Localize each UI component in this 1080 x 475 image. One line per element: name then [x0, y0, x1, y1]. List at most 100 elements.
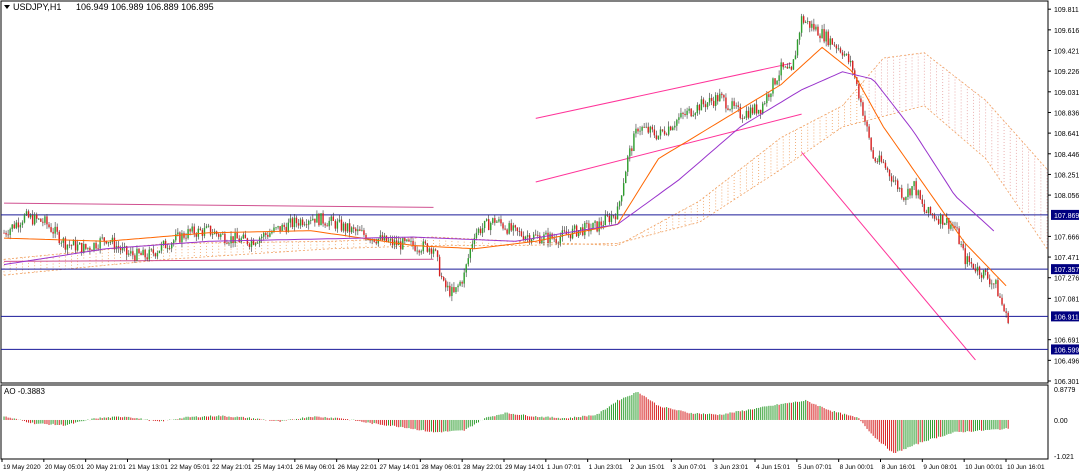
candle-body	[641, 126, 643, 131]
candle-body	[265, 233, 267, 235]
candle-body	[964, 248, 966, 265]
candle-body	[937, 219, 940, 224]
time-tick-label: 4 Jun 15:01	[756, 464, 790, 471]
candle-body	[3, 232, 5, 234]
candle-body	[821, 29, 823, 39]
candle-body	[622, 183, 625, 196]
candle-body	[858, 84, 860, 99]
candle-body	[15, 222, 18, 229]
candle-body	[757, 109, 760, 114]
chart-window[interactable]: 109.811 109.616 109.421 109.226 109.031 108.8…	[0, 0, 1080, 475]
candle-body	[72, 240, 75, 246]
candle-body	[68, 244, 71, 246]
candle-body	[250, 240, 253, 247]
time-tick-label: 21 May 13:01	[129, 464, 169, 471]
candle-body	[93, 242, 95, 251]
candle-body	[281, 224, 283, 232]
candle-body	[614, 216, 617, 220]
candle-body	[487, 219, 490, 231]
candle-body	[168, 248, 171, 249]
candle-body	[95, 242, 97, 249]
candle-body	[831, 38, 833, 45]
candle-body	[735, 105, 737, 107]
candle-body	[966, 256, 968, 265]
candle-body	[704, 104, 707, 108]
candle-body	[410, 240, 412, 242]
candle-body	[440, 276, 443, 278]
candle-body	[792, 59, 795, 70]
candle-body	[678, 117, 680, 120]
candle-body	[236, 232, 238, 239]
candle-body	[741, 118, 744, 119]
candle-body	[310, 220, 312, 222]
candle-body	[377, 238, 379, 244]
candle-body	[504, 228, 506, 230]
candle-body	[796, 39, 799, 56]
candle-body	[727, 108, 729, 110]
candle-body	[911, 186, 913, 196]
candle-body	[130, 251, 132, 254]
candle-body	[254, 243, 257, 245]
time-tick-label: 26 May 06:01	[296, 464, 336, 471]
candle-body	[545, 232, 547, 235]
candle-body	[563, 230, 566, 232]
candle-body	[625, 171, 627, 184]
candle-body	[637, 128, 639, 132]
candle-body	[508, 223, 510, 234]
candle-body	[631, 148, 633, 151]
candle-body	[764, 103, 766, 104]
candle-body	[935, 218, 938, 220]
candle-body	[933, 215, 936, 219]
candle-body	[29, 215, 32, 218]
candle-body	[42, 221, 44, 223]
candle-body	[762, 103, 764, 114]
candle-body	[177, 232, 179, 235]
candle-body	[344, 223, 347, 232]
candle-body	[54, 226, 56, 234]
candle-body	[38, 218, 40, 220]
candle-body	[195, 234, 197, 237]
candle-body	[426, 243, 429, 252]
candle-body	[674, 125, 676, 128]
candle-body	[99, 238, 101, 249]
candle-body	[800, 16, 803, 33]
candle-body	[70, 245, 73, 246]
candle-body	[982, 270, 985, 278]
price-tick-label: 106.301	[1054, 379, 1079, 386]
candle-body	[46, 216, 48, 225]
candle-body	[340, 219, 343, 231]
candle-body	[807, 21, 809, 22]
candle-body	[355, 228, 357, 232]
candle-body	[690, 108, 692, 117]
candle-body	[162, 240, 165, 245]
candle-body	[400, 241, 402, 250]
time-tick-label: 3 Jun 07:01	[672, 464, 706, 471]
candle-body	[786, 66, 789, 69]
candle-body	[665, 134, 668, 136]
candle-body	[154, 253, 157, 257]
candle-body	[616, 206, 619, 220]
time-tick-label: 1 Jun 23:01	[589, 464, 623, 471]
candle-body	[109, 242, 112, 243]
candle-body	[83, 243, 85, 253]
candle-body	[465, 264, 467, 273]
candle-body	[134, 255, 136, 261]
candle-body	[766, 94, 768, 104]
chart-header: USDJPY,H1 106.949 106.989 106.889 106.89…	[4, 2, 214, 12]
candle-body	[326, 225, 328, 227]
candle-body	[743, 117, 746, 119]
candle-body	[639, 130, 641, 132]
candle-body	[269, 233, 271, 237]
candle-body	[303, 224, 306, 226]
candle-body	[144, 249, 146, 258]
time-tick-label: 9 Jun 08:01	[923, 464, 957, 471]
candle-body	[510, 223, 512, 231]
candle-body	[596, 221, 598, 232]
candle-body	[494, 218, 496, 223]
candle-body	[404, 238, 406, 242]
candle-body	[976, 266, 979, 272]
candle-body	[324, 223, 326, 226]
candle-body	[917, 190, 919, 196]
candle-body	[557, 242, 559, 244]
candle-body	[592, 222, 594, 229]
